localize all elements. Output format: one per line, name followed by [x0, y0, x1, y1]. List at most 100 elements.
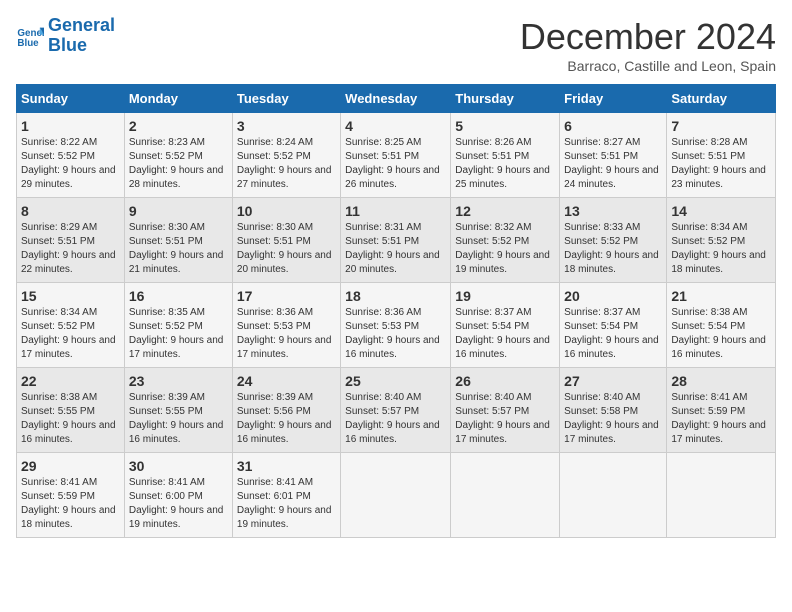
day-info: Sunrise: 8:26 AMSunset: 5:51 PMDaylight:…	[455, 136, 555, 192]
day-info: Sunrise: 8:40 AMSunset: 5:57 PMDaylight:…	[345, 391, 446, 447]
day-info: Sunrise: 8:35 AMSunset: 5:52 PMDaylight:…	[129, 306, 228, 362]
calendar-cell: 7 Sunrise: 8:28 AMSunset: 5:51 PMDaylight…	[667, 113, 776, 198]
header-row: SundayMondayTuesdayWednesdayThursdayFrid…	[17, 85, 776, 113]
calendar-cell: 28 Sunrise: 8:41 AMSunset: 5:59 PMDayligh…	[667, 368, 776, 453]
day-number: 20	[564, 288, 662, 304]
day-number: 15	[21, 288, 120, 304]
day-number: 18	[345, 288, 446, 304]
calendar-cell: 1 Sunrise: 8:22 AMSunset: 5:52 PMDaylight…	[17, 113, 125, 198]
day-info: Sunrise: 8:33 AMSunset: 5:52 PMDaylight:…	[564, 221, 662, 277]
calendar-cell: 18 Sunrise: 8:36 AMSunset: 5:53 PMDayligh…	[341, 283, 451, 368]
day-number: 24	[237, 373, 336, 389]
logo: General Blue General Blue	[16, 16, 115, 56]
logo-line2: Blue	[48, 35, 87, 55]
day-number: 14	[671, 203, 771, 219]
day-info: Sunrise: 8:39 AMSunset: 5:55 PMDaylight:…	[129, 391, 228, 447]
day-info: Sunrise: 8:39 AMSunset: 5:56 PMDaylight:…	[237, 391, 336, 447]
day-info: Sunrise: 8:29 AMSunset: 5:51 PMDaylight:…	[21, 221, 120, 277]
day-info: Sunrise: 8:23 AMSunset: 5:52 PMDaylight:…	[129, 136, 228, 192]
day-info: Sunrise: 8:36 AMSunset: 5:53 PMDaylight:…	[345, 306, 446, 362]
day-number: 21	[671, 288, 771, 304]
day-number: 9	[129, 203, 228, 219]
calendar-cell	[560, 453, 667, 538]
header: General Blue General Blue December 2024 …	[16, 16, 776, 74]
day-info: Sunrise: 8:41 AMSunset: 5:59 PMDaylight:…	[21, 476, 120, 532]
day-number: 3	[237, 118, 336, 134]
day-info: Sunrise: 8:41 AMSunset: 5:59 PMDaylight:…	[671, 391, 771, 447]
calendar-cell: 5 Sunrise: 8:26 AMSunset: 5:51 PMDaylight…	[451, 113, 560, 198]
day-number: 26	[455, 373, 555, 389]
calendar-cell: 20 Sunrise: 8:37 AMSunset: 5:54 PMDayligh…	[560, 283, 667, 368]
calendar-cell: 21 Sunrise: 8:38 AMSunset: 5:54 PMDayligh…	[667, 283, 776, 368]
subtitle: Barraco, Castille and Leon, Spain	[520, 58, 776, 74]
calendar-cell: 12Sunrise: 8:32 AMSunset: 5:52 PMDayligh…	[451, 198, 560, 283]
calendar-cell: 16 Sunrise: 8:35 AMSunset: 5:52 PMDayligh…	[124, 283, 232, 368]
header-wednesday: Wednesday	[341, 85, 451, 113]
day-info: Sunrise: 8:22 AMSunset: 5:52 PMDaylight:…	[21, 136, 120, 192]
day-number: 25	[345, 373, 446, 389]
day-info: Sunrise: 8:37 AMSunset: 5:54 PMDaylight:…	[564, 306, 662, 362]
day-number: 4	[345, 118, 446, 134]
title-area: December 2024 Barraco, Castille and Leon…	[520, 16, 776, 74]
calendar-cell: 31 Sunrise: 8:41 AMSunset: 6:01 PMDayligh…	[232, 453, 340, 538]
day-info: Sunrise: 8:34 AMSunset: 5:52 PMDaylight:…	[21, 306, 120, 362]
day-number: 31	[237, 458, 336, 474]
day-number: 7	[671, 118, 771, 134]
day-number: 28	[671, 373, 771, 389]
calendar-cell: 23 Sunrise: 8:39 AMSunset: 5:55 PMDayligh…	[124, 368, 232, 453]
week-row-3: 15 Sunrise: 8:34 AMSunset: 5:52 PMDayligh…	[17, 283, 776, 368]
day-info: Sunrise: 8:24 AMSunset: 5:52 PMDaylight:…	[237, 136, 336, 192]
day-info: Sunrise: 8:41 AMSunset: 6:01 PMDaylight:…	[237, 476, 336, 532]
day-info: Sunrise: 8:38 AMSunset: 5:54 PMDaylight:…	[671, 306, 771, 362]
header-friday: Friday	[560, 85, 667, 113]
day-number: 6	[564, 118, 662, 134]
calendar-cell: 27Sunrise: 8:40 AMSunset: 5:58 PMDayligh…	[560, 368, 667, 453]
day-number: 10	[237, 203, 336, 219]
calendar-cell: 14Sunrise: 8:34 AMSunset: 5:52 PMDayligh…	[667, 198, 776, 283]
day-number: 11	[345, 203, 446, 219]
day-number: 22	[21, 373, 120, 389]
calendar-cell: 19 Sunrise: 8:37 AMSunset: 5:54 PMDayligh…	[451, 283, 560, 368]
day-info: Sunrise: 8:38 AMSunset: 5:55 PMDaylight:…	[21, 391, 120, 447]
day-number: 8	[21, 203, 120, 219]
calendar-cell: 25 Sunrise: 8:40 AMSunset: 5:57 PMDayligh…	[341, 368, 451, 453]
calendar-cell: 15 Sunrise: 8:34 AMSunset: 5:52 PMDayligh…	[17, 283, 125, 368]
day-number: 16	[129, 288, 228, 304]
calendar-cell: 11 Sunrise: 8:31 AMSunset: 5:51 PMDayligh…	[341, 198, 451, 283]
day-info: Sunrise: 8:28 AMSunset: 5:51 PMDaylight:…	[671, 136, 771, 192]
day-number: 23	[129, 373, 228, 389]
day-info: Sunrise: 8:40 AMSunset: 5:57 PMDaylight:…	[455, 391, 555, 447]
calendar-cell	[667, 453, 776, 538]
calendar-cell: 10Sunrise: 8:30 AMSunset: 5:51 PMDayligh…	[232, 198, 340, 283]
calendar-cell	[341, 453, 451, 538]
week-row-1: 1 Sunrise: 8:22 AMSunset: 5:52 PMDaylight…	[17, 113, 776, 198]
calendar-cell: 17Sunrise: 8:36 AMSunset: 5:53 PMDayligh…	[232, 283, 340, 368]
calendar-cell: 26 Sunrise: 8:40 AMSunset: 5:57 PMDayligh…	[451, 368, 560, 453]
day-info: Sunrise: 8:25 AMSunset: 5:51 PMDaylight:…	[345, 136, 446, 192]
calendar-cell: 30Sunrise: 8:41 AMSunset: 6:00 PMDayligh…	[124, 453, 232, 538]
calendar-cell: 2 Sunrise: 8:23 AMSunset: 5:52 PMDaylight…	[124, 113, 232, 198]
day-number: 29	[21, 458, 120, 474]
svg-text:Blue: Blue	[17, 38, 39, 49]
header-thursday: Thursday	[451, 85, 560, 113]
calendar-cell	[451, 453, 560, 538]
calendar-table: SundayMondayTuesdayWednesdayThursdayFrid…	[16, 84, 776, 538]
day-info: Sunrise: 8:37 AMSunset: 5:54 PMDaylight:…	[455, 306, 555, 362]
logo-line1: General	[48, 15, 115, 35]
day-number: 1	[21, 118, 120, 134]
calendar-cell: 24 Sunrise: 8:39 AMSunset: 5:56 PMDayligh…	[232, 368, 340, 453]
day-number: 19	[455, 288, 555, 304]
day-number: 5	[455, 118, 555, 134]
day-info: Sunrise: 8:31 AMSunset: 5:51 PMDaylight:…	[345, 221, 446, 277]
day-number: 2	[129, 118, 228, 134]
calendar-cell: 13Sunrise: 8:33 AMSunset: 5:52 PMDayligh…	[560, 198, 667, 283]
calendar-cell: 4 Sunrise: 8:25 AMSunset: 5:51 PMDaylight…	[341, 113, 451, 198]
day-info: Sunrise: 8:36 AMSunset: 5:53 PMDaylight:…	[237, 306, 336, 362]
day-number: 12	[455, 203, 555, 219]
week-row-2: 8 Sunrise: 8:29 AMSunset: 5:51 PMDaylight…	[17, 198, 776, 283]
calendar-cell: 6Sunrise: 8:27 AMSunset: 5:51 PMDaylight…	[560, 113, 667, 198]
header-tuesday: Tuesday	[232, 85, 340, 113]
day-info: Sunrise: 8:41 AMSunset: 6:00 PMDaylight:…	[129, 476, 228, 532]
calendar-cell: 8 Sunrise: 8:29 AMSunset: 5:51 PMDaylight…	[17, 198, 125, 283]
calendar-cell: 22 Sunrise: 8:38 AMSunset: 5:55 PMDayligh…	[17, 368, 125, 453]
